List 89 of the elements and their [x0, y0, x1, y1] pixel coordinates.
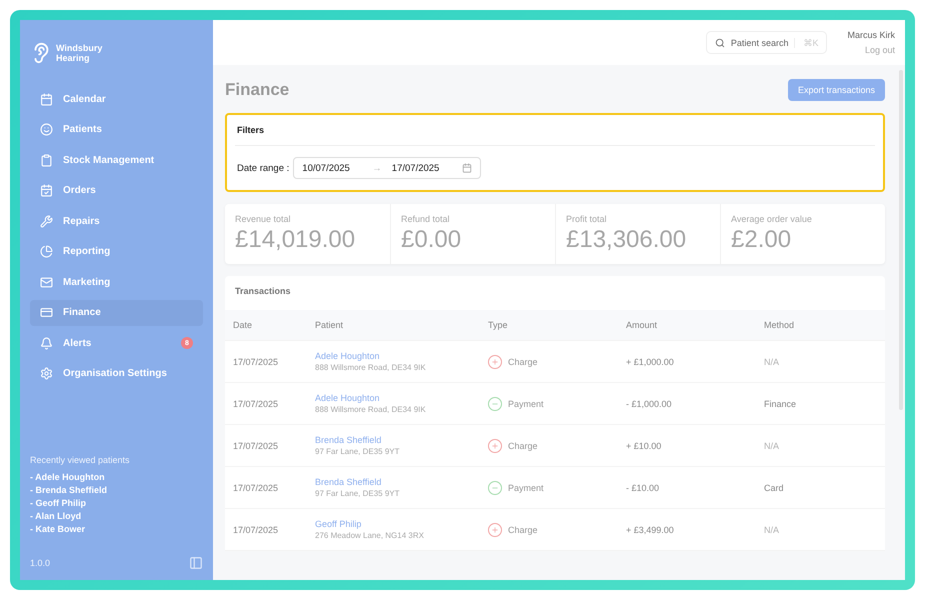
column-header: Date	[233, 320, 254, 330]
nav-item[interactable]: Orders	[30, 178, 203, 204]
stat-value: £2.00	[731, 226, 792, 254]
search-icon	[714, 38, 725, 48]
column-header: Type	[488, 320, 509, 330]
amount-cell-text: - £1,000.00	[626, 398, 673, 408]
type-cell: Charge	[508, 524, 538, 534]
column-header: Method	[764, 320, 796, 330]
minus-icon	[488, 480, 502, 494]
panel-toggle-icon[interactable]	[189, 556, 203, 570]
type-cell: Charge	[508, 356, 538, 366]
recent-title: Recently viewed patients	[30, 455, 131, 465]
stat-label: Revenue total	[235, 214, 292, 224]
filters-title: Filters	[235, 115, 875, 146]
nav-item[interactable]: Marketing	[30, 269, 203, 296]
export-button[interactable]: Export transactions	[788, 79, 885, 101]
recent-patient-link[interactable]: - Alan Lloyd	[30, 511, 203, 521]
recent-patient-link[interactable]: - Geoff Philip	[30, 498, 203, 508]
logout-link[interactable]: Log out	[864, 45, 895, 55]
patient-link[interactable]: Brenda Sheffield	[315, 477, 488, 487]
patient-link[interactable]: Adele Houghton	[315, 393, 488, 403]
amount-cell-text: + £10.00	[626, 440, 662, 450]
stat-label: Average order value	[731, 214, 813, 224]
type-cell: Payment	[508, 482, 544, 492]
method-cell-text: N/A	[764, 524, 780, 534]
patient-link[interactable]: Geoff Philip	[315, 519, 488, 529]
patient-address: 97 Far Lane, DE35 9YT	[315, 447, 400, 456]
patient-address: 888 Willsmore Road, DE34 9IK	[315, 363, 427, 372]
date-range-label: Date range :	[237, 162, 290, 174]
type-cell: Payment	[508, 398, 544, 408]
patient-link[interactable]: Adele Houghton	[315, 351, 488, 361]
patient-address: 97 Far Lane, DE35 9YT	[315, 489, 400, 498]
version-label: 1.0.0	[30, 558, 50, 568]
transactions-title: Transactions	[234, 285, 292, 298]
column-header: Amount	[626, 320, 658, 330]
nav-label: Repairs	[63, 216, 100, 227]
patient-address: 276 Meadow Lane, NG14 3RX	[315, 531, 425, 540]
calendar-icon	[40, 92, 53, 106]
patient-link[interactable]: Brenda Sheffield	[315, 435, 488, 445]
amount-cell-text: - £10.00	[626, 482, 660, 492]
nav-item[interactable]: Repairs	[30, 208, 203, 234]
minus-icon	[488, 396, 502, 410]
date-cell-text: 17/07/2025	[233, 398, 280, 408]
nav-label: Reporting	[63, 246, 110, 258]
page-title: Finance	[225, 80, 290, 100]
user-name: Marcus Kirk	[847, 30, 895, 40]
nav-label: Alerts	[63, 338, 92, 349]
method-cell-text: N/A	[764, 356, 780, 366]
method-cell-text: N/A	[764, 440, 780, 450]
nav-label: Patients	[63, 124, 102, 136]
nav-item[interactable]: Stock Management	[30, 147, 203, 174]
nav-item[interactable]: Reporting	[30, 238, 203, 265]
recent-patient-link[interactable]: - Adele Houghton	[30, 472, 203, 482]
plus-icon	[488, 354, 502, 368]
type-cell: Charge	[508, 440, 538, 450]
stat-label: Profit total	[566, 214, 608, 224]
nav-item[interactable]: Calendar	[30, 86, 203, 112]
calendar-icon	[462, 163, 472, 173]
amount-cell-text: + £1,000.00	[626, 356, 675, 366]
plus-icon	[488, 522, 502, 536]
date-range-field[interactable]: 10/07/2025 → 17/07/2025	[293, 157, 481, 179]
date-cell-text: 17/07/2025	[233, 524, 280, 534]
nav-label: Calendar	[63, 94, 106, 105]
method-cell-text: Card	[764, 482, 785, 492]
nav-label: Marketing	[63, 276, 110, 288]
nav-label: Finance	[63, 307, 101, 318]
nav-label: Organisation Settings	[63, 368, 167, 380]
date-cell-text: 17/07/2025	[233, 482, 280, 492]
column-header: Patient	[315, 320, 344, 330]
nav-label: Orders	[63, 185, 96, 196]
plus-icon	[488, 438, 502, 452]
stat-value: £13,306.00	[566, 226, 688, 254]
recent-patient-link[interactable]: - Kate Bower	[30, 524, 203, 534]
recent-patient-link[interactable]: - Brenda Sheffield	[30, 485, 203, 495]
stat-value: £14,019.00	[235, 226, 356, 254]
brand-name: Windsbury Hearing	[56, 42, 102, 62]
nav-label: Stock Management	[63, 154, 154, 166]
stat-value: £0.00	[401, 226, 462, 254]
stat-label: Refund total	[401, 214, 451, 224]
patient-address: 888 Willsmore Road, DE34 9IK	[315, 405, 427, 414]
alerts-icon	[40, 336, 53, 350]
method-cell-text: Finance	[764, 398, 798, 408]
nav-item[interactable]: Patients	[30, 116, 203, 143]
nav-item[interactable]: Finance	[30, 300, 203, 326]
date-cell-text: 17/07/2025	[233, 440, 280, 450]
amount-cell-text: + £3,499.00	[626, 524, 675, 534]
settings-icon	[40, 367, 53, 380]
date-cell-text: 17/07/2025	[233, 356, 280, 366]
nav-item[interactable]: Organisation Settings	[30, 360, 203, 387]
